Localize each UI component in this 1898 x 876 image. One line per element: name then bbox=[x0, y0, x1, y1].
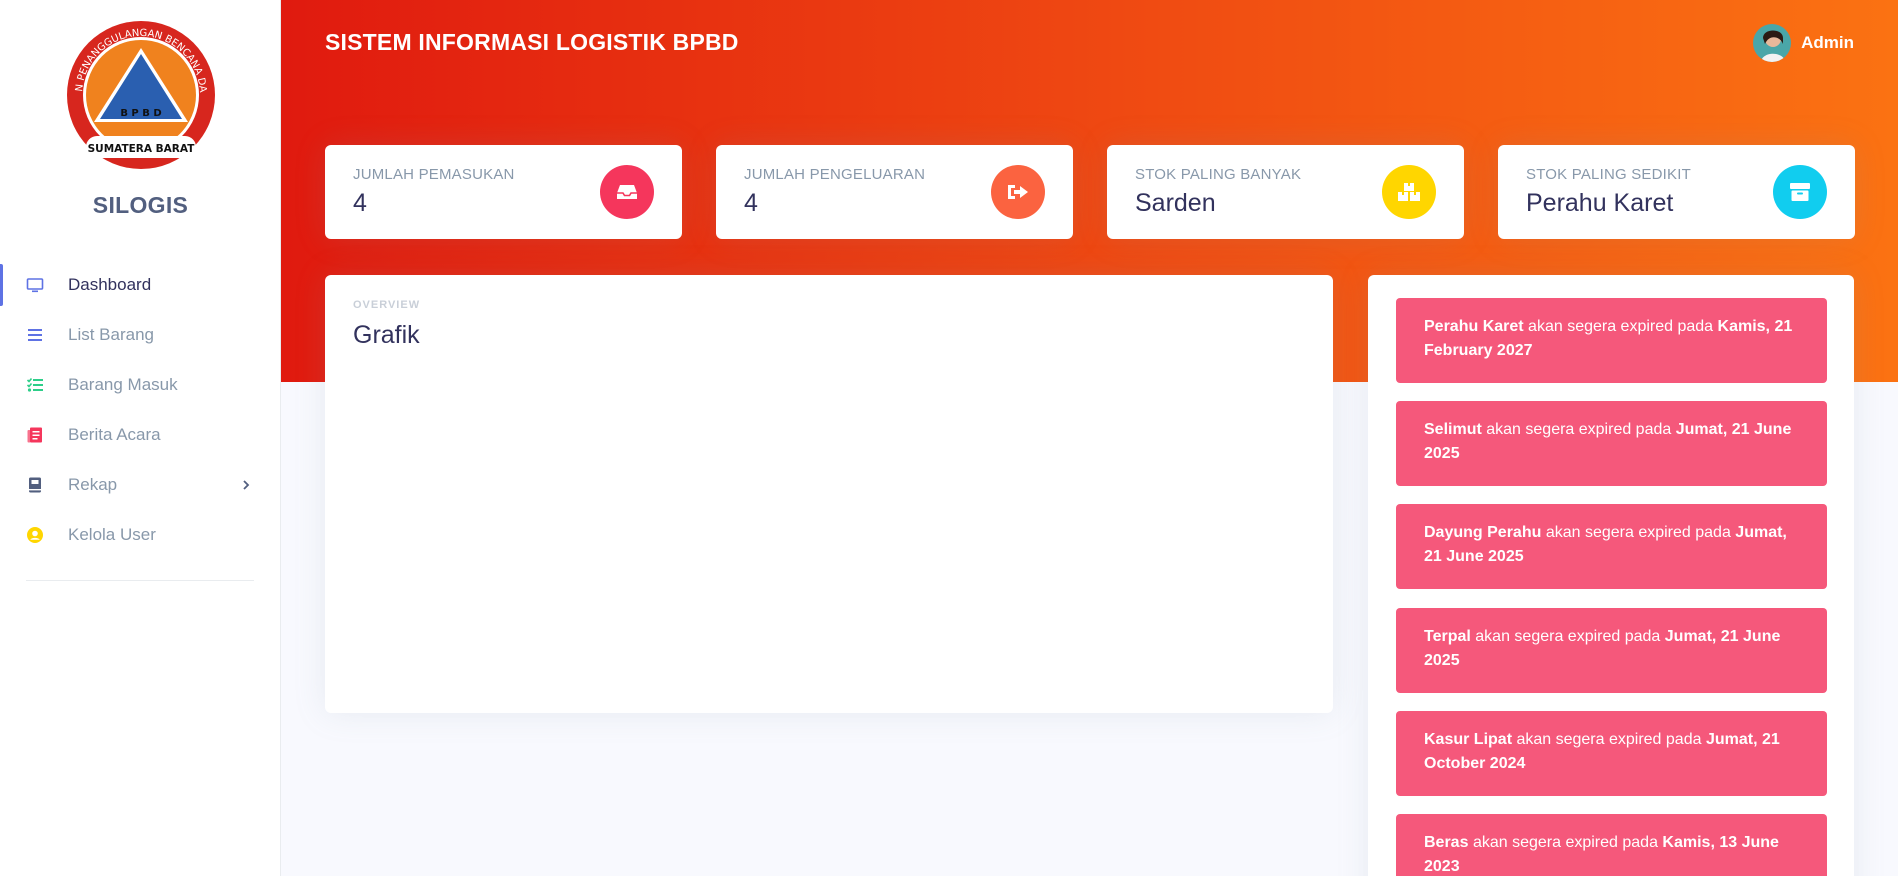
stat-value: Sarden bbox=[1135, 189, 1216, 217]
expiry-alert: Beras akan segera expired pada Kamis, 13… bbox=[1396, 814, 1827, 876]
alert-text: akan segera expired pada bbox=[1472, 834, 1658, 851]
boxes-icon bbox=[1382, 165, 1436, 219]
chart-title: Grafik bbox=[353, 321, 420, 349]
brand-name: SILOGIS bbox=[92, 192, 189, 218]
sidebar-item-label: Kelola User bbox=[68, 525, 156, 544]
stat-card-stok-tersedikit: STOK PALING SEDIKIT Perahu Karet bbox=[1498, 145, 1855, 239]
alert-text: akan segera expired pada bbox=[1516, 731, 1702, 748]
inbox-icon bbox=[600, 165, 654, 219]
sign-out-icon bbox=[991, 165, 1045, 219]
sidebar-nav: Dashboard List Barang Barang Masuk Berit… bbox=[0, 260, 281, 560]
stat-label: JUMLAH PEMASUKAN bbox=[353, 166, 515, 183]
expiry-alert: Selimut akan segera expired pada Jumat, … bbox=[1396, 401, 1827, 486]
checklist-icon bbox=[26, 376, 44, 394]
stat-label: STOK PALING SEDIKIT bbox=[1526, 166, 1691, 183]
stat-value: Perahu Karet bbox=[1526, 189, 1674, 217]
sidebar-item-label: Dashboard bbox=[68, 275, 152, 294]
sidebar-item-label: Barang Masuk bbox=[68, 375, 178, 394]
alert-item: Terpal bbox=[1424, 628, 1471, 645]
alert-text: akan segera expired pada bbox=[1528, 318, 1714, 335]
box-icon bbox=[1773, 165, 1827, 219]
sidebar-item-label: List Barang bbox=[68, 325, 154, 344]
expiry-alert: Kasur Lipat akan segera expired pada Jum… bbox=[1396, 711, 1827, 796]
sidebar-item-list-barang[interactable]: List Barang bbox=[0, 310, 281, 360]
alert-item: Kasur Lipat bbox=[1424, 731, 1513, 748]
stat-label: STOK PALING BANYAK bbox=[1135, 166, 1302, 183]
stat-card-pemasukan: JUMLAH PEMASUKAN 4 bbox=[325, 145, 682, 239]
sidebar-item-kelola-user[interactable]: Kelola User bbox=[0, 510, 281, 560]
sidebar-item-label: Berita Acara bbox=[68, 425, 161, 444]
chart-overline: OVERVIEW bbox=[353, 299, 421, 311]
list-icon bbox=[26, 326, 44, 344]
stat-card-stok-terbanyak: STOK PALING BANYAK Sarden bbox=[1107, 145, 1464, 239]
page-title: SISTEM INFORMASI LOGISTIK BPBD bbox=[325, 29, 739, 55]
expiry-alert: Perahu Karet akan segera expired pada Ka… bbox=[1396, 298, 1827, 383]
stat-label: JUMLAH PENGELUARAN bbox=[744, 166, 926, 183]
stat-card-pengeluaran: JUMLAH PENGELUARAN 4 bbox=[716, 145, 1073, 239]
alert-text: akan segera expired pada bbox=[1545, 524, 1731, 541]
sidebar: BADAN PENANGGULANGAN BENCANA DAERAH B P … bbox=[0, 0, 281, 876]
user-circle-icon bbox=[26, 526, 44, 544]
alert-item: Selimut bbox=[1424, 421, 1482, 438]
alert-text: akan segera expired pada bbox=[1486, 421, 1672, 438]
stat-value: 4 bbox=[744, 189, 758, 217]
sidebar-divider bbox=[26, 580, 254, 581]
sidebar-item-rekap[interactable]: Rekap bbox=[0, 460, 281, 510]
alert-text: akan segera expired pada bbox=[1475, 628, 1661, 645]
expiry-alerts-card: Perahu Karet akan segera expired pada Ka… bbox=[1368, 275, 1854, 876]
book-icon bbox=[26, 476, 44, 494]
expiry-alert: Dayung Perahu akan segera expired pada J… bbox=[1396, 504, 1827, 589]
monitor-icon bbox=[26, 276, 44, 294]
user-menu[interactable]: Admin bbox=[1753, 24, 1854, 62]
logo-bottom-text: SUMATERA BARAT bbox=[88, 143, 196, 155]
alert-item: Perahu Karet bbox=[1424, 318, 1524, 335]
user-name: Admin bbox=[1801, 33, 1854, 52]
logo-center-text: B P B D bbox=[120, 108, 161, 119]
sidebar-item-label: Rekap bbox=[68, 475, 118, 494]
stat-value: 4 bbox=[353, 189, 367, 217]
sidebar-item-barang-masuk[interactable]: Barang Masuk bbox=[0, 360, 281, 410]
alert-item: Dayung Perahu bbox=[1424, 524, 1542, 541]
expiry-alert: Terpal akan segera expired pada Jumat, 2… bbox=[1396, 608, 1827, 693]
chevron-right-icon[interactable] bbox=[237, 476, 255, 494]
sidebar-item-berita-acara[interactable]: Berita Acara bbox=[0, 410, 281, 460]
bpbd-logo[interactable]: BADAN PENANGGULANGAN BENCANA DAERAH B P … bbox=[64, 18, 218, 172]
avatar bbox=[1753, 24, 1792, 62]
chart-card: OVERVIEW Grafik bbox=[325, 275, 1333, 713]
alert-item: Beras bbox=[1424, 834, 1469, 851]
sidebar-item-dashboard[interactable]: Dashboard bbox=[0, 260, 281, 310]
document-icon bbox=[26, 426, 44, 444]
